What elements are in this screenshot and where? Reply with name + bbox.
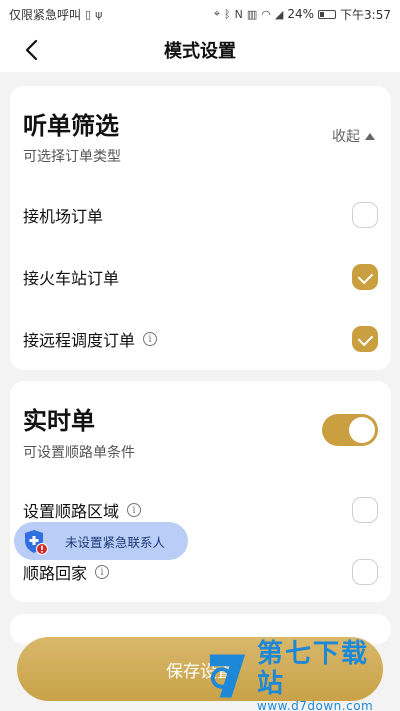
watermark-logo-icon [209,654,246,698]
option-row-route-area[interactable]: 设置顺路区域 i [23,495,378,525]
battery-text: 24% [287,7,315,21]
filter-section-title: 听单筛选 [23,112,119,140]
status-right: ⌖ ᛒ N ▥ ◠ ◢ 24% 下午3:57 [214,6,391,23]
usb-icon: ψ [95,7,103,21]
option-label-wrap: 接远程调度订单 i [23,327,158,351]
filter-section-subtitle: 可选择订单类型 [23,149,121,165]
watermark-name: 第七下载站 [257,639,370,699]
shield-alert-icon [25,530,48,555]
caret-up-icon [365,132,375,140]
signal-icon: ◢ [274,7,284,21]
toggle-knob [349,417,375,443]
option-label: 接火车站订单 [23,269,120,288]
option-label-wrap: 顺路回家 i [23,560,110,584]
wifi-icon: ◠ [261,7,271,21]
collapse-toggle[interactable]: 收起 [332,126,375,146]
option-label: 接机场订单 [23,207,104,226]
back-button[interactable] [18,36,46,64]
emergency-contact-toast[interactable]: 未设置紧急联系人 [14,522,188,560]
checkbox-airport[interactable] [352,202,378,228]
option-row-train-station[interactable]: 接火车站订单 [23,262,378,292]
checkbox-remote-dispatch[interactable] [352,326,378,352]
clock-text: 下午3:57 [340,7,391,22]
sim-icon: ▯ [85,7,92,21]
nfc-icon: N [234,7,243,21]
checkbox-route-home[interactable] [352,559,378,585]
info-icon[interactable]: i [95,565,110,579]
option-label-wrap: 设置顺路区域 i [23,498,142,522]
info-icon[interactable]: i [127,503,142,517]
status-bar: 仅限紧急呼叫 ▯ ψ ⌖ ᛒ N ▥ ◠ ◢ 24% 下午3:57 [0,0,400,28]
navigation-bar: 模式设置 [0,28,400,72]
page-title: 模式设置 [164,41,236,62]
collapse-label: 收起 [332,129,360,145]
option-row-airport[interactable]: 接机场订单 [23,200,378,230]
option-row-remote-dispatch[interactable]: 接远程调度订单 i [23,324,378,354]
realtime-toggle[interactable] [322,414,378,446]
option-label: 顺路回家 [23,564,88,583]
bluetooth-icon: ᛒ [224,7,231,21]
toast-text: 未设置紧急联系人 [65,534,166,550]
chevron-left-icon [25,39,38,61]
realtime-section-subtitle: 可设置顺路单条件 [23,445,135,461]
realtime-section-title: 实时单 [23,407,95,435]
checkbox-route-area[interactable] [352,497,378,523]
option-row-route-home[interactable]: 顺路回家 i [23,557,378,587]
option-label: 接远程调度订单 [23,331,136,350]
carrier-text: 仅限紧急呼叫 [9,7,82,22]
watermark: 第七下载站 www.d7down.com [206,639,394,711]
vibrate-icon: ▥ [246,7,258,21]
checkbox-train-station[interactable] [352,264,378,290]
battery-icon [318,9,337,19]
filter-card: 听单筛选 可选择订单类型 收起 接机场订单 接火车站订单 接远程调度订单 i [10,86,391,370]
status-left: 仅限紧急呼叫 ▯ ψ [9,6,102,23]
option-label: 设置顺路区域 [23,502,120,521]
info-icon[interactable]: i [143,332,158,346]
location-icon: ⌖ [213,7,221,20]
realtime-card: 实时单 可设置顺路单条件 设置顺路区域 i 顺路回家 i [10,381,391,602]
watermark-url: www.d7down.com [257,699,374,711]
watermark-text: 第七下载站 www.d7down.com [257,639,394,711]
